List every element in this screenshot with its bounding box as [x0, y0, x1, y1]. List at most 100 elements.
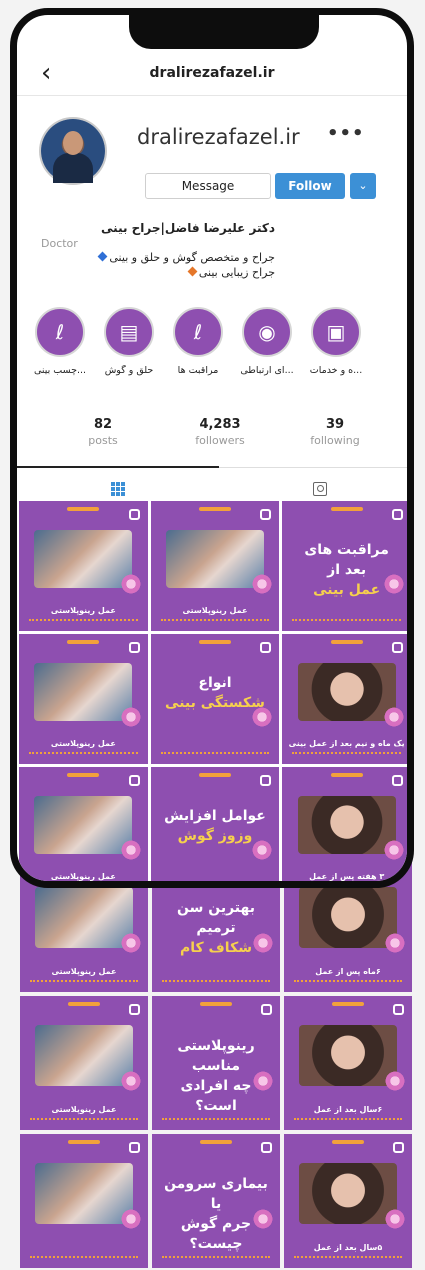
contact-icon: ◉ [242, 307, 292, 357]
bio-category: Doctor [41, 237, 78, 250]
flower-decoration [119, 572, 142, 595]
post-tile[interactable]: انواع شکستگی بینی [150, 634, 280, 764]
post-footer-lines [294, 980, 402, 986]
post-header-pill [198, 640, 231, 644]
flower-decoration [384, 1070, 406, 1093]
post-caption: ۶ماه پس از عمل [315, 967, 381, 976]
flower-decoration [383, 705, 405, 728]
post-tile[interactable]: عمل رینوپلاستی [19, 501, 148, 631]
post-header-pill [332, 1002, 364, 1006]
message-button[interactable]: Message [145, 173, 271, 199]
post-footer-lines [160, 752, 270, 758]
reel-icon [393, 1004, 404, 1015]
book-icon: ▤ [104, 307, 154, 357]
suggested-dropdown-button[interactable]: ⌄ [350, 173, 376, 199]
active-tab-indicator [17, 466, 219, 468]
flower-decoration [120, 932, 142, 955]
post-footer-lines [30, 1256, 138, 1262]
carousel-icon [261, 1142, 272, 1153]
post-photo [166, 529, 264, 589]
highlight-contact[interactable]: ◉ ...ای ارتباطی [236, 307, 298, 376]
post-tile[interactable]: ۵سال بعد از عمل [284, 1134, 412, 1268]
topbar-title: dralirezafazel.ir [149, 65, 275, 81]
post-footer-lines [162, 1256, 270, 1262]
post-photo [299, 1025, 397, 1086]
post-header-pill [332, 1140, 364, 1144]
post-photo [35, 887, 133, 948]
post-footer-lines [29, 619, 138, 625]
post-title-line: بیماری سرومن یا [164, 1176, 268, 1213]
post-footer-lines [30, 980, 138, 986]
flower-decoration [384, 932, 406, 955]
post-footer-lines [294, 1256, 402, 1262]
post-photo [35, 1163, 133, 1224]
flower-decoration [384, 1208, 406, 1231]
highlight-services[interactable]: ▣ ...ه و خدمات [305, 307, 367, 376]
carousel-icon [260, 642, 272, 653]
reel-icon [128, 642, 140, 653]
post-caption: عمل رینوپلاستی [50, 872, 116, 881]
highlight-label: ...ای ارتباطی [240, 365, 294, 376]
post-header-pill [200, 1002, 232, 1006]
post-tile[interactable]: مراقبت های بعد از عمل بینی [282, 501, 407, 631]
reel-icon [260, 509, 272, 520]
flower-decoration [251, 572, 274, 595]
post-header-pill [67, 773, 100, 777]
post-tile[interactable]: عمل رینوپلاستی [150, 501, 280, 631]
highlight-care[interactable]: ℓ مراقبت ها [167, 307, 229, 376]
post-photo [299, 887, 397, 948]
flower-decoration [383, 838, 405, 861]
post-tile[interactable]: رینوپلاستی مناسب چه افرادی است؟ [152, 996, 280, 1130]
stat-following[interactable]: 39 following [285, 417, 385, 447]
post-tile[interactable]: بیماری سرومن یا جرم گوش چیست؟ [152, 1134, 280, 1268]
post-header-pill [200, 1140, 232, 1144]
post-footer-lines [294, 1118, 402, 1124]
avatar-face [63, 131, 83, 155]
highlight-label: ...ه و خدمات [309, 365, 363, 376]
reel-icon [392, 642, 403, 653]
more-options-icon[interactable]: ••• [327, 123, 365, 144]
grid-icon [111, 482, 125, 496]
post-header-pill [68, 1140, 100, 1144]
bio-name: دکتر علیرضا فاضل|جراح بینی [101, 221, 275, 235]
post-tile[interactable]: ۶سال بعد از عمل [284, 996, 412, 1130]
post-title-line: بهترین سن ترمیم [176, 900, 256, 937]
follow-button[interactable]: Follow [275, 173, 345, 199]
flower-decoration [119, 838, 142, 861]
blue-diamond-icon [97, 251, 108, 262]
post-tile[interactable]: عمل رینوپلاستی [19, 634, 148, 764]
bio-line-1: جراح و متخصص گوش و حلق و بینی [41, 251, 275, 264]
nose-icon: ℓ [35, 307, 85, 357]
post-tile[interactable]: ۳ هفته پس از عمل [282, 767, 407, 881]
post-photo [299, 1163, 397, 1224]
post-photo [34, 529, 133, 589]
post-photo [297, 795, 396, 855]
stat-followers[interactable]: 4,283 followers [170, 417, 270, 447]
followers-count: 4,283 [199, 417, 241, 432]
post-tile[interactable] [20, 1134, 148, 1268]
post-footer-lines [29, 885, 138, 888]
post-tile[interactable]: عوامل افزایش وزوز گوش [150, 767, 280, 888]
posts-count: 82 [93, 417, 113, 432]
followers-label: followers [195, 434, 245, 447]
flower-decoration [251, 838, 274, 861]
bio-line-2: جراح زیبایی بینی [41, 266, 275, 279]
flower-decoration [119, 705, 142, 728]
post-footer-lines [292, 752, 401, 758]
post-tile[interactable]: عمل رینوپلاستی [20, 996, 148, 1130]
post-caption: ۶سال بعد از عمل [313, 1105, 383, 1114]
highlight-ent[interactable]: ▤ حلق و گوش [98, 307, 160, 376]
highlight-label: مراقبت ها [177, 365, 219, 376]
post-tile[interactable]: یک ماه و نیم بعد از عمل بینی [282, 634, 407, 764]
phone-notch [129, 15, 319, 49]
post-caption: عمل رینوپلاستی [50, 739, 116, 748]
stat-posts[interactable]: 82 posts [53, 417, 153, 447]
flower-decoration [383, 572, 405, 595]
post-footer-lines [161, 885, 270, 888]
highlight-nose-tape[interactable]: ℓ ...چسب بینی [29, 307, 91, 376]
avatar[interactable] [41, 119, 105, 183]
post-footer-lines [162, 980, 270, 986]
bio-line-2-text: جراح زیبایی بینی [198, 266, 275, 279]
post-caption: عمل رینوپلاستی [51, 1105, 117, 1114]
post-tile[interactable]: عمل رینوپلاستی [19, 767, 148, 888]
